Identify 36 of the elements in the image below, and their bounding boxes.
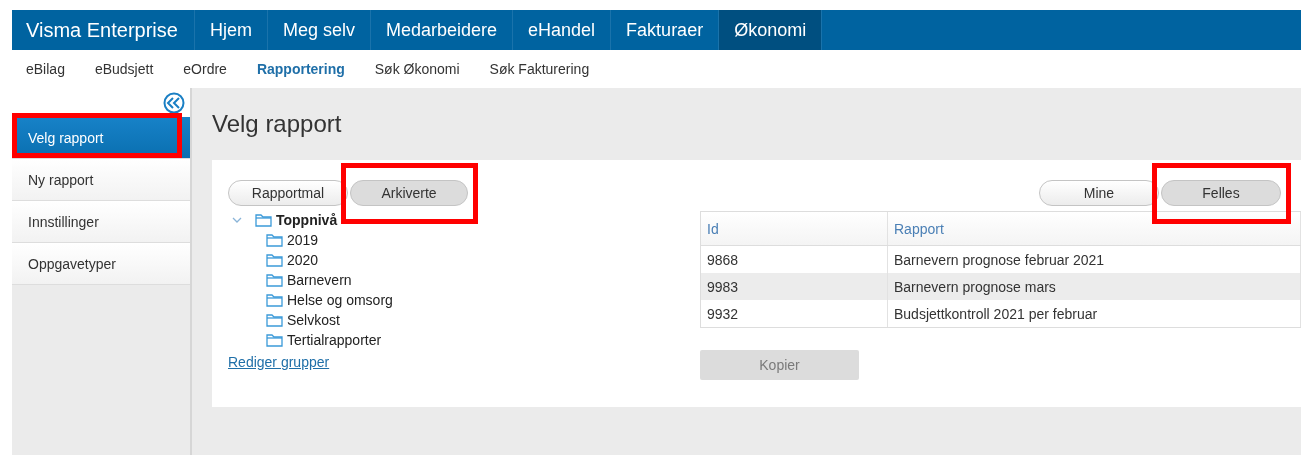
segment-button[interactable]: Rapportmal bbox=[228, 180, 348, 206]
folder-icon bbox=[266, 253, 283, 267]
nav-tab[interactable]: Økonomi bbox=[719, 10, 823, 50]
chevron-icon[interactable] bbox=[231, 215, 243, 225]
segment-button[interactable]: Mine bbox=[1039, 180, 1159, 206]
column-header[interactable]: Id bbox=[701, 212, 888, 245]
folder-icon bbox=[266, 333, 283, 347]
segment-button[interactable]: Arkiverte bbox=[350, 180, 468, 206]
edit-groups-link[interactable]: Rediger grupper bbox=[228, 354, 330, 370]
folder-icon bbox=[266, 273, 283, 287]
sidebar-item[interactable]: Ny rapport bbox=[12, 159, 190, 201]
subnav-tab[interactable]: eBudsjett bbox=[94, 61, 154, 77]
subnav-tab[interactable]: eBilag bbox=[26, 61, 65, 77]
page-title: Velg rapport bbox=[212, 110, 343, 138]
sidebar-item[interactable]: Oppgavetyper bbox=[12, 243, 190, 285]
folder-icon bbox=[266, 293, 283, 307]
tree-item[interactable]: Barnevern bbox=[287, 272, 352, 288]
table-cell: Budsjettkontroll 2021 per februar bbox=[888, 300, 1301, 327]
tree-item[interactable]: Toppnivå bbox=[276, 212, 338, 228]
folder-icon bbox=[266, 313, 283, 327]
tree-item[interactable]: 2020 bbox=[287, 252, 319, 268]
table-cell: 9932 bbox=[701, 300, 888, 327]
folder-icon bbox=[266, 233, 283, 247]
tree-item[interactable]: 2019 bbox=[287, 232, 319, 248]
column-header[interactable]: Rapport bbox=[888, 212, 1301, 245]
subnav-tab[interactable]: Søk Økonomi bbox=[374, 61, 460, 77]
segment-button[interactable]: Felles bbox=[1161, 180, 1281, 206]
folder-icon bbox=[255, 213, 272, 227]
collapse-icon[interactable] bbox=[163, 91, 185, 114]
tree-item[interactable]: Selvkost bbox=[287, 312, 340, 328]
subnav-tab[interactable]: Rapportering bbox=[256, 61, 345, 77]
subnav-tab[interactable]: Søk Fakturering bbox=[489, 61, 590, 77]
tree-item[interactable]: Helse og omsorg bbox=[287, 292, 393, 308]
tree-item[interactable]: Tertialrapporter bbox=[287, 332, 382, 348]
subnav-tab[interactable]: eOrdre bbox=[183, 61, 227, 77]
sidebar-item[interactable]: Innstillinger bbox=[12, 201, 190, 243]
